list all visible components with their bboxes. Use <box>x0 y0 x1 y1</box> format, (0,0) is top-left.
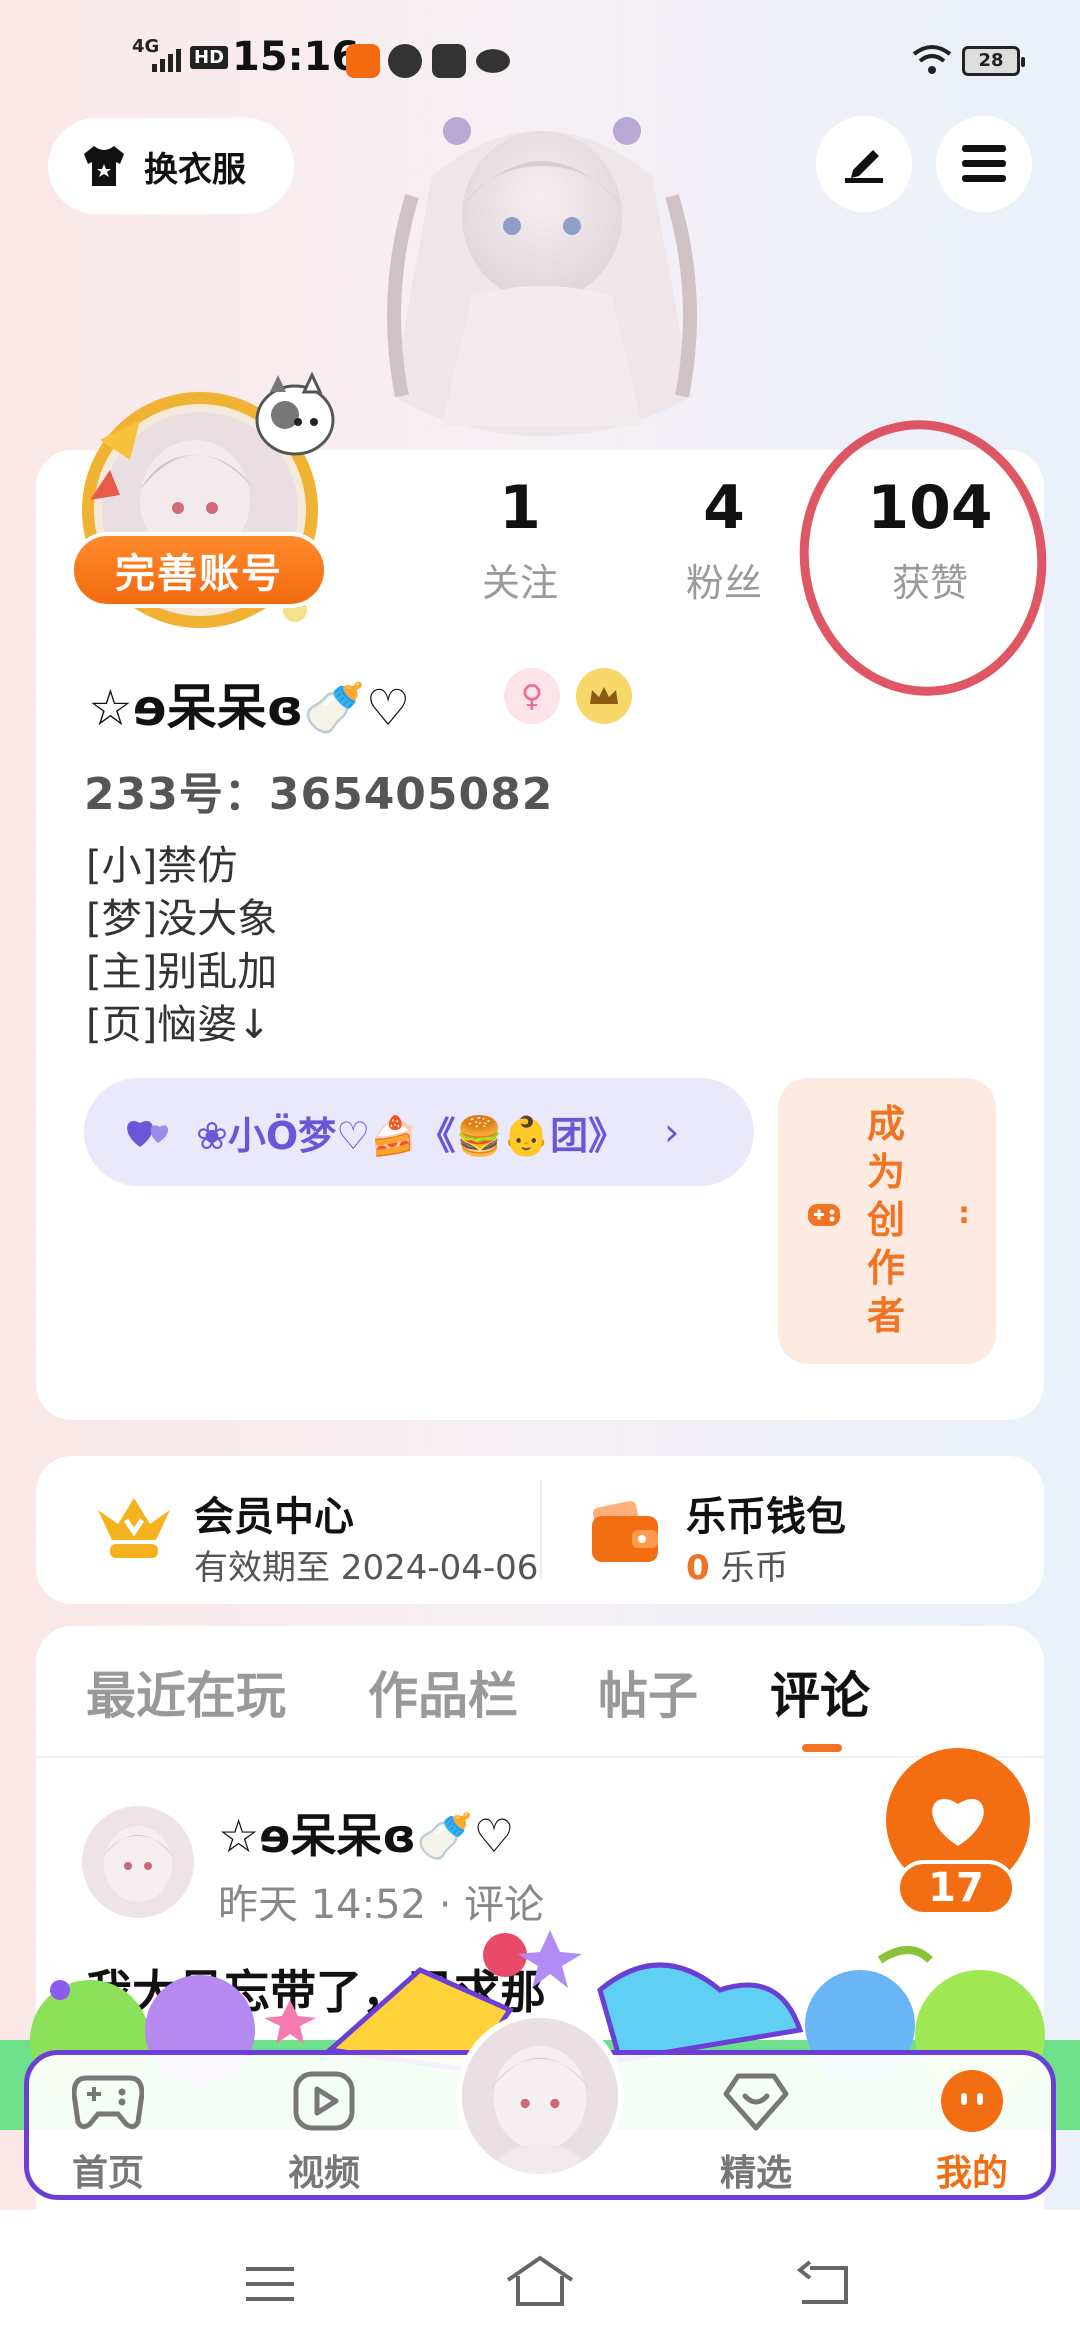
nav-featured[interactable]: 精选 <box>676 2068 836 2196</box>
stat-number: 4 <box>703 473 745 543</box>
diamond-heart-icon <box>723 2073 789 2131</box>
vip-center-title[interactable]: 会员中心 <box>194 1484 354 1542</box>
stat-label: 粉丝 <box>685 561 762 605</box>
q-icon <box>388 44 422 78</box>
wallet-title[interactable]: 乐币钱包 <box>686 1484 846 1542</box>
shirt-icon <box>84 146 124 186</box>
stat-followers[interactable]: 4 粉丝 <box>624 470 824 607</box>
system-navigation-bar <box>0 2210 1080 2340</box>
become-creator-button[interactable]: 成 为 创 作 者 : <box>778 1078 996 1364</box>
creator-char: 为 <box>866 1150 905 1194</box>
hd-badge: HD <box>190 46 229 69</box>
clock: 15:16 <box>232 34 360 80</box>
play-video-icon <box>293 2071 355 2131</box>
tab-works[interactable]: 作品栏 <box>368 1656 518 1728</box>
stat-following[interactable]: 1 关注 <box>420 470 620 607</box>
user-id: 233号：365405082 <box>84 769 554 820</box>
wallet-amount: 0 <box>686 1548 710 1588</box>
nav-home[interactable]: 首页 <box>28 2068 188 2196</box>
creator-char: 作 <box>866 1246 905 1290</box>
stat-label: 关注 <box>481 561 558 605</box>
tab-posts[interactable]: 帖子 <box>598 1656 698 1728</box>
change-outfit-label: 换衣服 <box>144 149 246 190</box>
home-icon[interactable] <box>504 2254 576 2308</box>
nav-label: 我的 <box>935 2153 1008 2194</box>
battery-indicator: 28 <box>962 46 1025 76</box>
bio-line: [小]禁仿 <box>86 843 238 889</box>
group-name: ❀小Ö梦♡🍰《🍔👶团》 <box>196 1113 627 1158</box>
change-outfit-button[interactable]: 换衣服 <box>48 118 294 214</box>
character-avatar-image <box>387 117 697 436</box>
creator-char: 成 <box>866 1102 905 1146</box>
video-app-icon <box>432 44 466 78</box>
username: ☆ɘ呆呆ɞ🍼♡ <box>88 679 411 737</box>
nav-label: 视频 <box>287 2153 360 2194</box>
chevron-right-icon: › <box>664 1110 680 1154</box>
comment-author-name: ☆ɘ呆呆ɞ🍼♡ <box>218 1809 515 1863</box>
kuaishou-icon <box>346 44 380 78</box>
complete-account-button[interactable]: 完善账号 <box>70 532 328 608</box>
back-icon[interactable] <box>796 2260 852 2306</box>
nav-video[interactable]: 视频 <box>244 2068 404 2196</box>
wifi-icon <box>912 45 952 74</box>
member-card <box>36 1456 1044 1604</box>
vip-crown-icon <box>98 1498 170 1558</box>
wallet-balance: 0 乐币 <box>686 1540 788 1589</box>
bio-line: [页]恼婆↓ <box>86 1002 271 1048</box>
menu-button[interactable] <box>936 116 1032 212</box>
tab-recently-played[interactable]: 最近在玩 <box>86 1656 286 1728</box>
tab-comments[interactable]: 评论 <box>770 1656 870 1728</box>
bio-line: [梦]没大象 <box>86 896 278 942</box>
comment-meta: 昨天 14:52 · 评论 <box>218 1882 545 1928</box>
divider <box>540 1480 542 1580</box>
bio-line: [主]别乱加 <box>86 949 278 995</box>
edit-profile-button[interactable] <box>816 116 912 212</box>
crown-badge-icon <box>576 668 632 724</box>
center-avatar-button[interactable] <box>456 2012 624 2180</box>
vip-expiry: 有效期至 2024-04-06 <box>194 1548 539 1588</box>
gamepad-icon <box>808 1204 840 1226</box>
group-link[interactable]: ❀小Ö梦♡🍰《🍔👶团》 › <box>84 1078 754 1186</box>
gamepad-icon <box>71 2075 145 2130</box>
creator-colon: : <box>958 1196 970 1231</box>
creator-char: 创 <box>866 1198 905 1242</box>
like-count-badge: 17 <box>896 1860 1016 1916</box>
nav-mine[interactable]: 我的 <box>892 2068 1052 2196</box>
bio: [小]禁仿 [梦]没大象 [主]别乱加 [页]恼婆↓ <box>86 840 277 1052</box>
crown-icon <box>590 687 618 704</box>
status-bar: 4G HD 15:16 28 <box>0 0 1080 110</box>
pencil-icon <box>845 150 883 183</box>
nav-label: 首页 <box>71 2153 144 2194</box>
creator-char: 者 <box>866 1294 905 1338</box>
divider <box>36 1756 1044 1758</box>
wallet-icon <box>592 1500 658 1562</box>
recent-apps-icon[interactable] <box>244 2264 296 2304</box>
stat-number: 1 <box>499 473 541 543</box>
signal-icon <box>152 49 181 72</box>
hearts-icon <box>127 1121 169 1147</box>
hamburger-menu-icon <box>962 145 1006 182</box>
profile-face-icon <box>941 2070 1003 2132</box>
heart-icon <box>932 1798 984 1846</box>
female-gender-icon: ♀ <box>504 668 560 724</box>
creator-label: 成 为 创 作 者 <box>856 1100 916 1340</box>
comment-author-avatar[interactable] <box>82 1806 194 1918</box>
active-tab-indicator <box>802 1744 842 1752</box>
nav-label: 精选 <box>719 2153 792 2194</box>
app-icon <box>476 49 510 73</box>
wallet-unit: 乐币 <box>720 1548 789 1588</box>
